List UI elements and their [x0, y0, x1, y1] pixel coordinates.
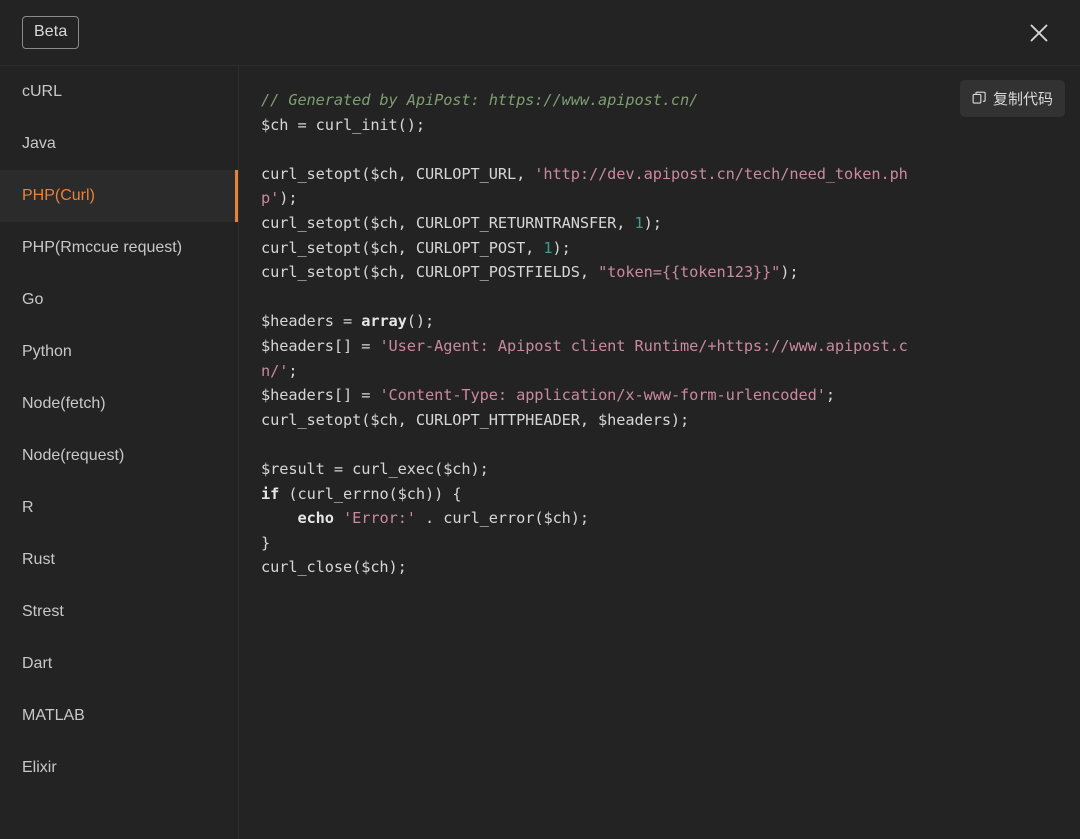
sidebar-item-dart[interactable]: Dart	[0, 638, 238, 690]
sidebar-item-strest[interactable]: Strest	[0, 586, 238, 638]
dialog-body: cURL Java PHP(Curl) PHP(Rmccue request) …	[0, 66, 1080, 839]
sidebar-item-label: Rust	[22, 551, 55, 568]
sidebar-item-node-request[interactable]: Node(request)	[0, 430, 238, 482]
sidebar-item-label: Python	[22, 343, 72, 360]
sidebar-item-label: PHP(Rmccue request)	[22, 239, 183, 256]
sidebar-item-python[interactable]: Python	[0, 326, 238, 378]
sidebar-item-php-curl[interactable]: PHP(Curl)	[0, 170, 238, 222]
sidebar-item-php-rmccue-request[interactable]: PHP(Rmccue request)	[0, 222, 238, 274]
sidebar-item-label: Node(request)	[22, 447, 125, 464]
sidebar-item-label: Java	[22, 135, 56, 152]
sidebar-item-label: Node(fetch)	[22, 395, 106, 412]
dialog-header: Beta	[0, 0, 1080, 66]
sidebar-item-label: PHP(Curl)	[22, 187, 95, 204]
sidebar-item-label: Strest	[22, 603, 64, 620]
sidebar-item-elixir[interactable]: Elixir	[0, 742, 238, 794]
copy-code-button[interactable]: 复制代码	[959, 80, 1065, 117]
sidebar-item-label: Elixir	[22, 759, 57, 776]
sidebar-item-matlab[interactable]: MATLAB	[0, 690, 238, 742]
sidebar-item-node-fetch[interactable]: Node(fetch)	[0, 378, 238, 430]
code-snippet-dialog: Beta cURL Java PHP(Curl) PHP(Rmccue requ…	[0, 0, 1080, 839]
sidebar-item-go[interactable]: Go	[0, 274, 238, 326]
language-sidebar[interactable]: cURL Java PHP(Curl) PHP(Rmccue request) …	[0, 66, 239, 839]
copy-icon	[972, 91, 987, 106]
copy-code-label: 复制代码	[992, 91, 1053, 108]
sidebar-item-label: MATLAB	[22, 707, 85, 724]
sidebar-item-java[interactable]: Java	[0, 118, 238, 170]
sidebar-item-label: R	[22, 499, 34, 516]
code-block[interactable]: // Generated by ApiPost: https://www.api…	[261, 88, 933, 580]
beta-badge: Beta	[22, 16, 80, 49]
sidebar-item-label: Dart	[22, 655, 53, 672]
close-button[interactable]	[1022, 16, 1056, 50]
code-pane: 复制代码 // Generated by ApiPost: https://ww…	[239, 66, 1080, 839]
close-icon	[1027, 21, 1051, 45]
sidebar-item-label: Go	[22, 291, 44, 308]
sidebar-item-rust[interactable]: Rust	[0, 534, 238, 586]
sidebar-item-label: cURL	[22, 83, 63, 100]
sidebar-item-curl[interactable]: cURL	[0, 66, 238, 118]
sidebar-item-r[interactable]: R	[0, 482, 238, 534]
